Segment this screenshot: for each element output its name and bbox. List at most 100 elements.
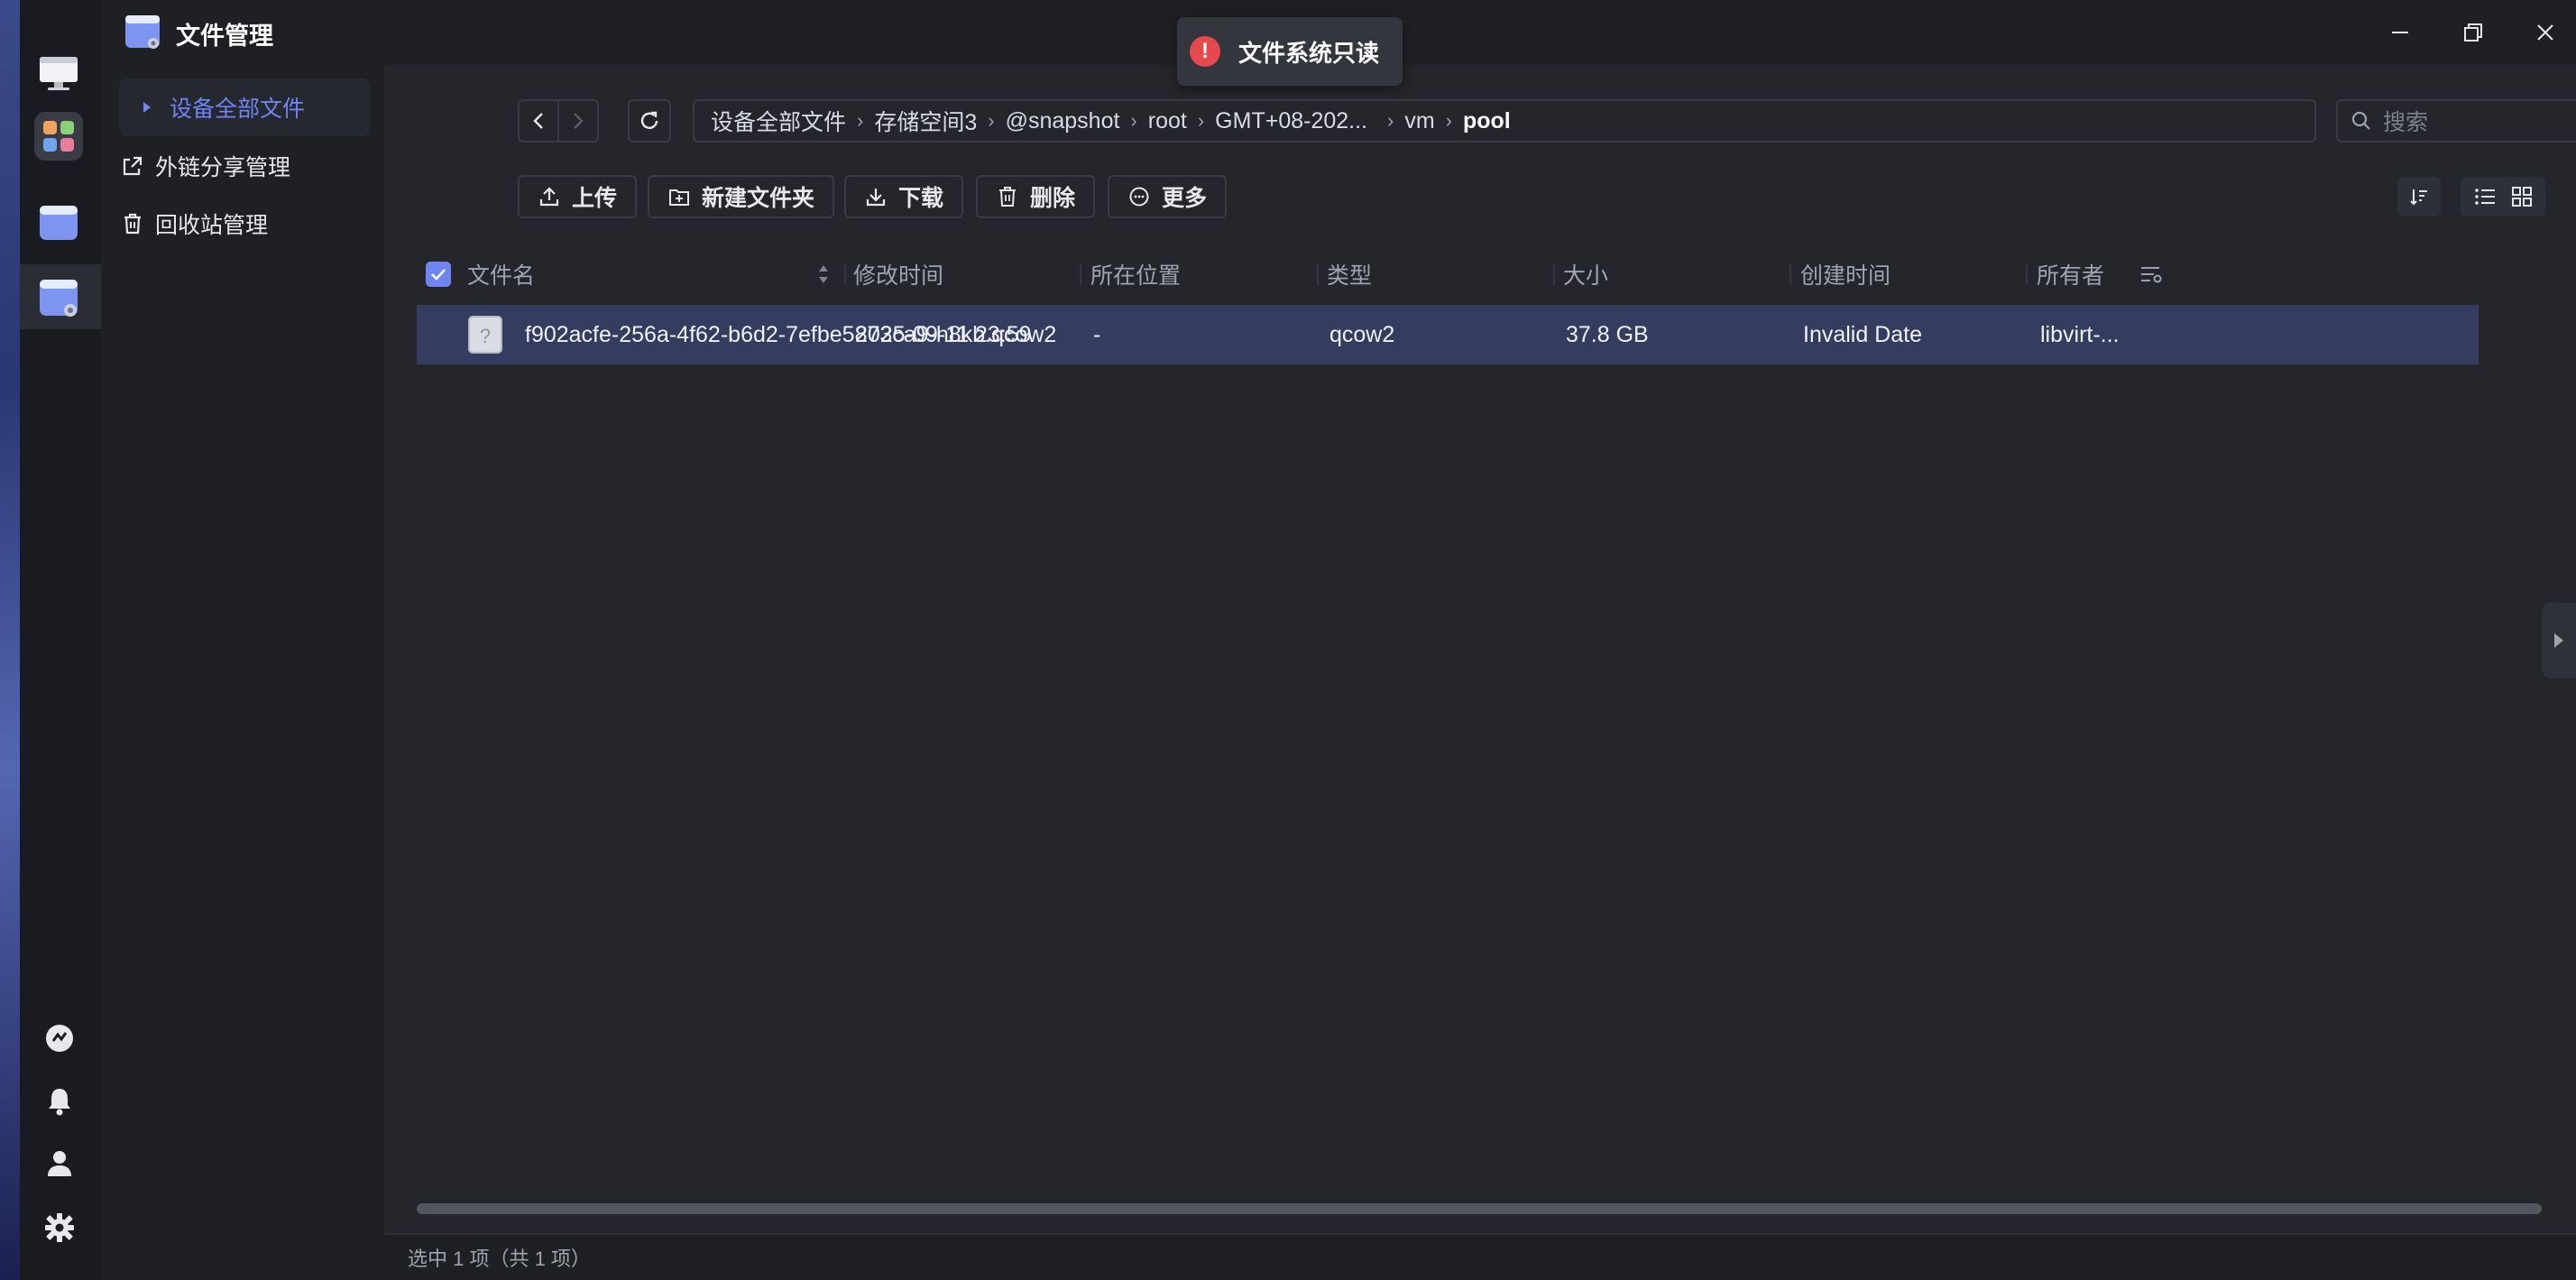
- breadcrumb-item[interactable]: 设备全部文件: [711, 105, 846, 137]
- chevron-right-icon: ›: [1445, 109, 1452, 132]
- desktop-wallpaper-edge: [0, 0, 20, 1280]
- file-location: -: [1093, 321, 1101, 347]
- maximize-button[interactable]: [2453, 13, 2493, 52]
- dock-speed-icon[interactable]: [41, 1020, 78, 1056]
- dock-app-center-icon[interactable]: [34, 112, 83, 161]
- view-toggle: [2461, 177, 2545, 216]
- column-divider[interactable]: [1317, 263, 1319, 285]
- chevron-right-icon: ›: [1387, 109, 1394, 132]
- selection-status: 选中 1 项（共 1 项）: [408, 1248, 591, 1270]
- unknown-file-icon: ?: [467, 305, 503, 364]
- share-link-icon: [119, 152, 146, 180]
- sidebar-item-label: 设备全部文件: [170, 97, 306, 122]
- file-created: Invalid Date: [1803, 321, 1923, 347]
- more-label: 更多: [1162, 186, 1208, 211]
- expand-panel-button[interactable]: [2542, 603, 2576, 678]
- sidebar-item-all-files[interactable]: 设备全部文件: [119, 78, 370, 136]
- delete-icon: [996, 185, 1019, 208]
- error-icon: !: [1190, 36, 1220, 67]
- column-header-modified[interactable]: 修改时间: [853, 245, 943, 303]
- sort-arrows-icon[interactable]: [817, 245, 830, 303]
- toast-message: 文件系统只读: [1238, 39, 1380, 67]
- app-title: 文件管理: [176, 23, 273, 50]
- breadcrumb-item[interactable]: 存储空间3: [874, 105, 977, 137]
- list-view-icon[interactable]: [2473, 186, 2497, 207]
- play-arrow-icon: [2553, 631, 2565, 649]
- refresh-button[interactable]: [628, 99, 671, 143]
- search-placeholder: 搜索: [2383, 110, 2429, 135]
- delete-button[interactable]: 删除: [976, 175, 1096, 218]
- forward-button[interactable]: [557, 99, 599, 143]
- new-folder-icon: [667, 185, 691, 208]
- grid-view-icon[interactable]: [2511, 186, 2533, 207]
- sort-icon: [2408, 186, 2430, 207]
- file-owner: libvirt-...: [2040, 321, 2120, 347]
- file-manager-window: 文件管理 设备全部文件 外链分享管理 回收站管理 设备全部文件 › 存储空间3 …: [101, 0, 2576, 1280]
- breadcrumb-item[interactable]: GMT+08-202...: [1215, 108, 1367, 134]
- column-header-location[interactable]: 所在位置: [1090, 245, 1181, 303]
- column-header-size[interactable]: 大小: [1563, 245, 1608, 303]
- dock-file-manager-icon[interactable]: [34, 274, 83, 323]
- minimize-button[interactable]: [2380, 13, 2420, 52]
- column-divider[interactable]: [1789, 263, 1791, 285]
- download-label: 下载: [898, 186, 944, 211]
- svg-text:?: ?: [480, 325, 491, 347]
- upload-label: 上传: [572, 186, 618, 211]
- breadcrumb: 设备全部文件 › 存储空间3 › @snapshot › root › GMT+08-2…: [693, 99, 2316, 143]
- trash-icon: [119, 210, 146, 237]
- breadcrumb-item[interactable]: vm: [1404, 108, 1434, 134]
- status-bar: 选中 1 项（共 1 项）: [384, 1233, 2576, 1280]
- more-button[interactable]: 更多: [1108, 175, 1228, 218]
- column-divider[interactable]: [1553, 263, 1555, 285]
- column-divider[interactable]: [844, 263, 846, 285]
- caret-right-icon: [133, 94, 161, 121]
- file-modified: 2025-09-11 23:59: [855, 321, 1032, 347]
- sidebar-item-share-links[interactable]: 外链分享管理: [119, 137, 370, 195]
- column-divider[interactable]: [2026, 263, 2028, 285]
- more-icon: [1127, 185, 1151, 208]
- bell-icon[interactable]: [41, 1083, 78, 1119]
- chevron-right-icon: ›: [1197, 109, 1205, 132]
- table-row[interactable]: ? f902acfe-256a-4f62-b6d2-7efbe5873ca9-h…: [417, 305, 2479, 364]
- download-icon: [864, 185, 888, 208]
- column-header-type[interactable]: 类型: [1327, 245, 1372, 303]
- column-settings-icon[interactable]: [2139, 245, 2163, 303]
- horizontal-scrollbar[interactable]: [417, 1203, 2542, 1214]
- chevron-right-icon: ›: [857, 109, 864, 132]
- chevron-right-icon: ›: [1130, 109, 1137, 132]
- sidebar-item-label: 回收站管理: [155, 213, 269, 238]
- checkbox-checked-icon: [426, 262, 451, 287]
- new-folder-button[interactable]: 新建文件夹: [648, 175, 835, 218]
- file-type: qcow2: [1329, 321, 1395, 347]
- column-header-name[interactable]: 文件名: [467, 245, 535, 303]
- dock-files-icon[interactable]: [34, 198, 83, 247]
- download-button[interactable]: 下载: [844, 175, 964, 218]
- column-divider[interactable]: [1080, 263, 1081, 285]
- upload-icon: [538, 185, 561, 208]
- search-input[interactable]: 搜索: [2336, 99, 2576, 143]
- close-button[interactable]: [2525, 13, 2565, 52]
- dock-desktop-icon[interactable]: [34, 49, 83, 97]
- new-folder-label: 新建文件夹: [702, 186, 815, 211]
- select-all-checkbox[interactable]: [426, 245, 451, 303]
- gear-icon[interactable]: [41, 1210, 78, 1246]
- toast-notification: ! 文件系统只读: [1177, 17, 1403, 86]
- breadcrumb-item[interactable]: root: [1148, 108, 1187, 134]
- sidebar-item-label: 外链分享管理: [155, 155, 291, 180]
- breadcrumb-current: pool: [1462, 107, 1511, 134]
- back-button[interactable]: [518, 99, 559, 143]
- sidebar-item-recycle-bin[interactable]: 回收站管理: [119, 195, 370, 253]
- column-header-owner[interactable]: 所有者: [2037, 245, 2104, 303]
- sort-button[interactable]: [2397, 177, 2441, 216]
- upload-button[interactable]: 上传: [518, 175, 638, 218]
- user-icon[interactable]: [41, 1146, 78, 1182]
- sidebar: 设备全部文件 外链分享管理 回收站管理: [101, 65, 384, 1280]
- chevron-right-icon: ›: [988, 109, 995, 132]
- file-size: 37.8 GB: [1566, 321, 1649, 347]
- breadcrumb-item[interactable]: @snapshot: [1006, 108, 1120, 134]
- file-manager-app-icon: [124, 14, 161, 51]
- search-icon: [2351, 110, 2372, 132]
- column-header-created[interactable]: 创建时间: [1800, 245, 1891, 303]
- main-content: 设备全部文件 › 存储空间3 › @snapshot › root › GMT+08-2…: [384, 65, 2576, 1280]
- table-header: 文件名 修改时间 所在位置 类型 大小 创建时间 所有者: [417, 245, 2524, 303]
